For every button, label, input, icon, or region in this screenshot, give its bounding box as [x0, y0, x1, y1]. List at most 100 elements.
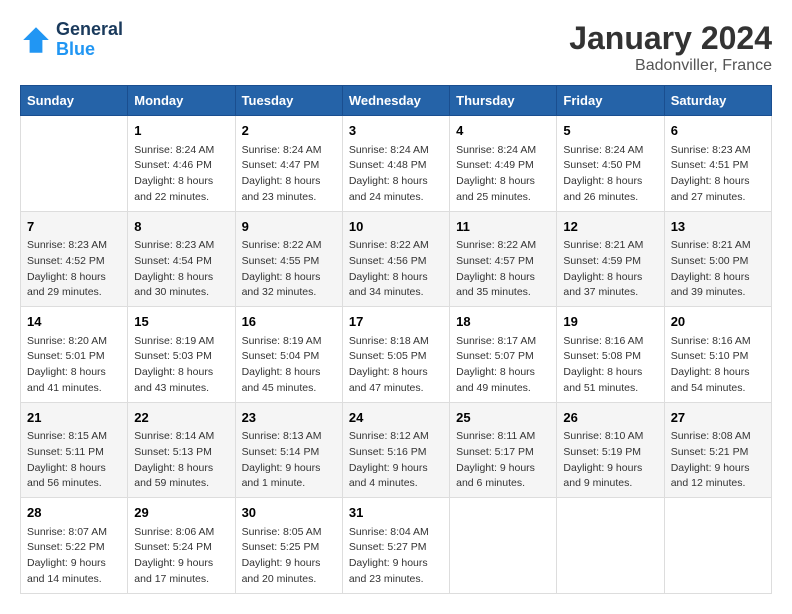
page-title: January 2024 [569, 20, 772, 57]
day-number: 25 [456, 408, 550, 428]
logo-icon [20, 24, 52, 56]
day-info: Sunrise: 8:12 AMSunset: 5:16 PMDaylight:… [349, 429, 443, 492]
day-info: Sunrise: 8:07 AMSunset: 5:22 PMDaylight:… [27, 525, 121, 588]
day-number: 2 [242, 121, 336, 141]
day-number: 11 [456, 217, 550, 237]
day-number: 30 [242, 503, 336, 523]
logo-text: General Blue [56, 20, 123, 60]
day-number: 22 [134, 408, 228, 428]
day-number: 8 [134, 217, 228, 237]
calendar-cell: 31Sunrise: 8:04 AMSunset: 5:27 PMDayligh… [342, 498, 449, 594]
day-number: 26 [563, 408, 657, 428]
day-info: Sunrise: 8:23 AMSunset: 4:54 PMDaylight:… [134, 238, 228, 301]
day-info: Sunrise: 8:15 AMSunset: 5:11 PMDaylight:… [27, 429, 121, 492]
calendar-cell: 20Sunrise: 8:16 AMSunset: 5:10 PMDayligh… [664, 307, 771, 403]
weekday-header: Friday [557, 86, 664, 116]
calendar-cell: 11Sunrise: 8:22 AMSunset: 4:57 PMDayligh… [450, 211, 557, 307]
day-number: 21 [27, 408, 121, 428]
day-info: Sunrise: 8:04 AMSunset: 5:27 PMDaylight:… [349, 525, 443, 588]
day-number: 7 [27, 217, 121, 237]
calendar-cell [664, 498, 771, 594]
day-info: Sunrise: 8:08 AMSunset: 5:21 PMDaylight:… [671, 429, 765, 492]
day-info: Sunrise: 8:24 AMSunset: 4:46 PMDaylight:… [134, 143, 228, 206]
day-info: Sunrise: 8:16 AMSunset: 5:10 PMDaylight:… [671, 334, 765, 397]
day-number: 14 [27, 312, 121, 332]
calendar-cell: 19Sunrise: 8:16 AMSunset: 5:08 PMDayligh… [557, 307, 664, 403]
calendar-cell: 2Sunrise: 8:24 AMSunset: 4:47 PMDaylight… [235, 116, 342, 212]
calendar-cell: 3Sunrise: 8:24 AMSunset: 4:48 PMDaylight… [342, 116, 449, 212]
page-header: General Blue January 2024 Badonviller, F… [20, 20, 772, 75]
calendar-cell: 5Sunrise: 8:24 AMSunset: 4:50 PMDaylight… [557, 116, 664, 212]
day-number: 13 [671, 217, 765, 237]
day-info: Sunrise: 8:23 AMSunset: 4:51 PMDaylight:… [671, 143, 765, 206]
calendar-week-row: 28Sunrise: 8:07 AMSunset: 5:22 PMDayligh… [21, 498, 772, 594]
calendar-cell: 17Sunrise: 8:18 AMSunset: 5:05 PMDayligh… [342, 307, 449, 403]
weekday-header: Saturday [664, 86, 771, 116]
calendar-cell: 13Sunrise: 8:21 AMSunset: 5:00 PMDayligh… [664, 211, 771, 307]
calendar-cell: 30Sunrise: 8:05 AMSunset: 5:25 PMDayligh… [235, 498, 342, 594]
logo: General Blue [20, 20, 123, 60]
calendar-cell: 22Sunrise: 8:14 AMSunset: 5:13 PMDayligh… [128, 402, 235, 498]
day-info: Sunrise: 8:16 AMSunset: 5:08 PMDaylight:… [563, 334, 657, 397]
day-info: Sunrise: 8:19 AMSunset: 5:04 PMDaylight:… [242, 334, 336, 397]
day-number: 10 [349, 217, 443, 237]
day-number: 27 [671, 408, 765, 428]
day-info: Sunrise: 8:21 AMSunset: 4:59 PMDaylight:… [563, 238, 657, 301]
day-number: 28 [27, 503, 121, 523]
day-number: 17 [349, 312, 443, 332]
calendar-cell: 23Sunrise: 8:13 AMSunset: 5:14 PMDayligh… [235, 402, 342, 498]
calendar-cell: 27Sunrise: 8:08 AMSunset: 5:21 PMDayligh… [664, 402, 771, 498]
day-info: Sunrise: 8:18 AMSunset: 5:05 PMDaylight:… [349, 334, 443, 397]
weekday-header: Tuesday [235, 86, 342, 116]
calendar-cell: 9Sunrise: 8:22 AMSunset: 4:55 PMDaylight… [235, 211, 342, 307]
calendar-cell: 15Sunrise: 8:19 AMSunset: 5:03 PMDayligh… [128, 307, 235, 403]
day-info: Sunrise: 8:21 AMSunset: 5:00 PMDaylight:… [671, 238, 765, 301]
calendar-cell: 25Sunrise: 8:11 AMSunset: 5:17 PMDayligh… [450, 402, 557, 498]
calendar-cell: 14Sunrise: 8:20 AMSunset: 5:01 PMDayligh… [21, 307, 128, 403]
day-number: 4 [456, 121, 550, 141]
day-number: 9 [242, 217, 336, 237]
calendar-cell: 24Sunrise: 8:12 AMSunset: 5:16 PMDayligh… [342, 402, 449, 498]
day-number: 24 [349, 408, 443, 428]
day-info: Sunrise: 8:14 AMSunset: 5:13 PMDaylight:… [134, 429, 228, 492]
day-info: Sunrise: 8:17 AMSunset: 5:07 PMDaylight:… [456, 334, 550, 397]
day-number: 20 [671, 312, 765, 332]
weekday-header: Monday [128, 86, 235, 116]
weekday-header: Sunday [21, 86, 128, 116]
page-subtitle: Badonviller, France [569, 57, 772, 75]
day-number: 29 [134, 503, 228, 523]
day-info: Sunrise: 8:24 AMSunset: 4:47 PMDaylight:… [242, 143, 336, 206]
day-info: Sunrise: 8:24 AMSunset: 4:49 PMDaylight:… [456, 143, 550, 206]
calendar-cell: 18Sunrise: 8:17 AMSunset: 5:07 PMDayligh… [450, 307, 557, 403]
day-info: Sunrise: 8:22 AMSunset: 4:56 PMDaylight:… [349, 238, 443, 301]
calendar-cell: 12Sunrise: 8:21 AMSunset: 4:59 PMDayligh… [557, 211, 664, 307]
calendar-cell: 26Sunrise: 8:10 AMSunset: 5:19 PMDayligh… [557, 402, 664, 498]
calendar-cell: 28Sunrise: 8:07 AMSunset: 5:22 PMDayligh… [21, 498, 128, 594]
day-number: 12 [563, 217, 657, 237]
day-number: 15 [134, 312, 228, 332]
day-number: 1 [134, 121, 228, 141]
header-row: SundayMondayTuesdayWednesdayThursdayFrid… [21, 86, 772, 116]
calendar-table: SundayMondayTuesdayWednesdayThursdayFrid… [20, 85, 772, 594]
calendar-cell: 29Sunrise: 8:06 AMSunset: 5:24 PMDayligh… [128, 498, 235, 594]
calendar-cell: 10Sunrise: 8:22 AMSunset: 4:56 PMDayligh… [342, 211, 449, 307]
calendar-week-row: 7Sunrise: 8:23 AMSunset: 4:52 PMDaylight… [21, 211, 772, 307]
day-number: 5 [563, 121, 657, 141]
calendar-cell: 4Sunrise: 8:24 AMSunset: 4:49 PMDaylight… [450, 116, 557, 212]
day-number: 16 [242, 312, 336, 332]
day-info: Sunrise: 8:05 AMSunset: 5:25 PMDaylight:… [242, 525, 336, 588]
weekday-header: Wednesday [342, 86, 449, 116]
day-info: Sunrise: 8:20 AMSunset: 5:01 PMDaylight:… [27, 334, 121, 397]
day-info: Sunrise: 8:10 AMSunset: 5:19 PMDaylight:… [563, 429, 657, 492]
calendar-week-row: 14Sunrise: 8:20 AMSunset: 5:01 PMDayligh… [21, 307, 772, 403]
day-info: Sunrise: 8:24 AMSunset: 4:48 PMDaylight:… [349, 143, 443, 206]
day-info: Sunrise: 8:06 AMSunset: 5:24 PMDaylight:… [134, 525, 228, 588]
calendar-week-row: 21Sunrise: 8:15 AMSunset: 5:11 PMDayligh… [21, 402, 772, 498]
calendar-cell: 6Sunrise: 8:23 AMSunset: 4:51 PMDaylight… [664, 116, 771, 212]
day-info: Sunrise: 8:11 AMSunset: 5:17 PMDaylight:… [456, 429, 550, 492]
day-number: 31 [349, 503, 443, 523]
day-info: Sunrise: 8:22 AMSunset: 4:55 PMDaylight:… [242, 238, 336, 301]
calendar-cell: 21Sunrise: 8:15 AMSunset: 5:11 PMDayligh… [21, 402, 128, 498]
day-info: Sunrise: 8:24 AMSunset: 4:50 PMDaylight:… [563, 143, 657, 206]
calendar-week-row: 1Sunrise: 8:24 AMSunset: 4:46 PMDaylight… [21, 116, 772, 212]
